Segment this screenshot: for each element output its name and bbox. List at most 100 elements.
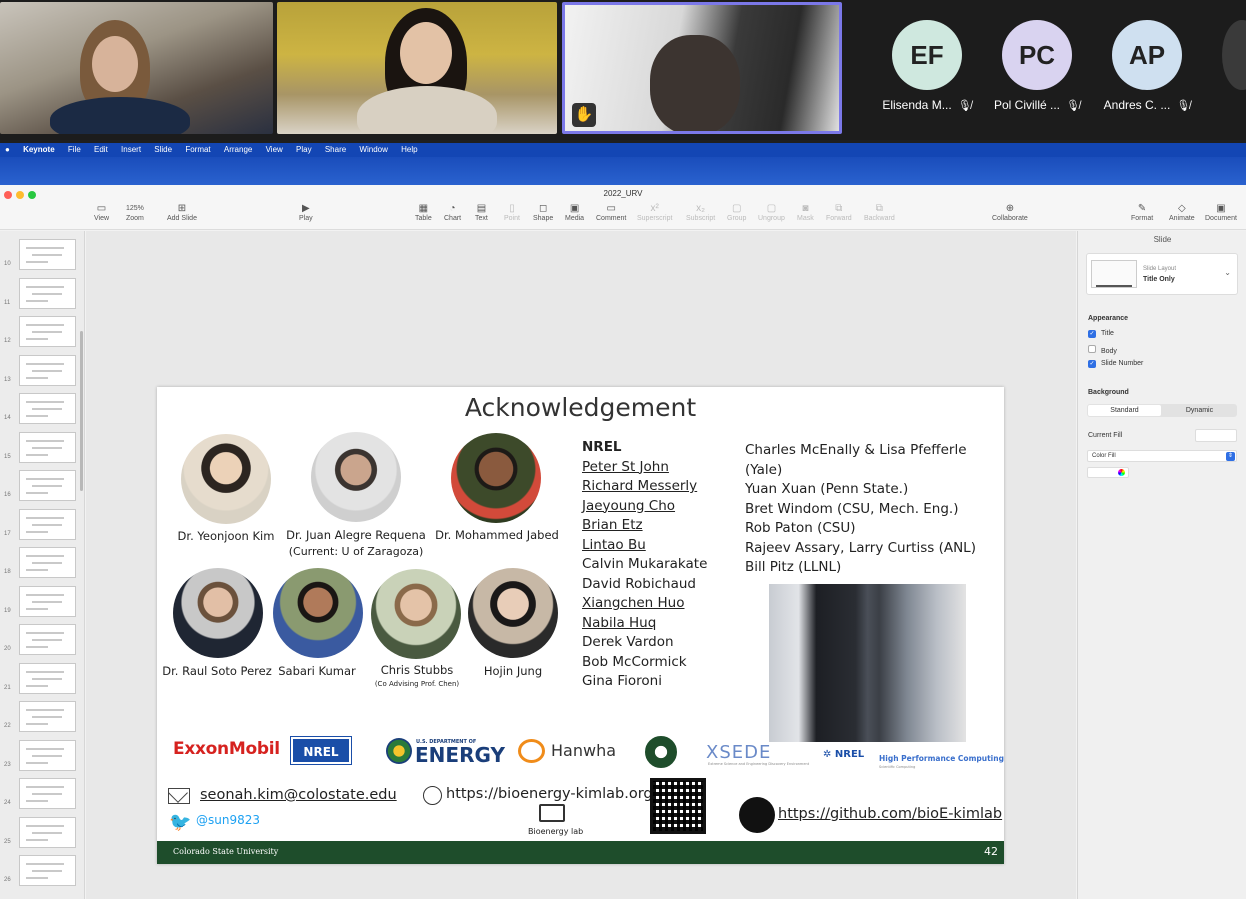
slide-thumbnail-preview[interactable] [19,739,76,771]
shape-button[interactable]: ◻ Shape [533,203,553,222]
mask-button[interactable]: ◙ Mask [797,203,814,222]
slide-thumbnail[interactable]: 23 [0,736,84,771]
checkbox-unchecked-icon[interactable] [1088,345,1096,353]
table-button[interactable]: ▦ Table [415,203,432,222]
menu-arrange[interactable]: Arrange [224,145,252,154]
format-button[interactable]: ✎ Format [1131,203,1153,222]
checkbox-checked-icon[interactable]: ✓ [1088,330,1096,338]
slide-thumbnail[interactable]: 22 [0,697,84,732]
comment-button[interactable]: ▭ Comment [596,203,626,222]
menu-window[interactable]: Window [359,145,387,154]
title-checkbox-row[interactable]: ✓ Title [1088,330,1114,338]
media-button[interactable]: ▣ Media [565,203,584,222]
slide-thumbnail-preview[interactable] [19,316,76,347]
slide-thumbnail-preview[interactable] [19,855,76,886]
slide-thumbnail[interactable]: 13 [0,351,84,386]
twitter-handle[interactable]: @sun9823 [196,813,260,827]
slide-thumbnail[interactable]: 16 [0,466,84,501]
slide-thumbnail[interactable]: 24 [0,774,84,809]
subscript-button[interactable]: x₂ Subscript [686,203,715,222]
slide-thumbnail[interactable]: 19 [0,582,84,617]
photo-yeonjoon-kim [181,434,271,524]
table-icon: ▦ [418,203,429,214]
slide-thumbnail-preview[interactable] [19,624,76,655]
slide-thumbnail-preview[interactable] [19,816,76,848]
participant-tile-overflow[interactable] [1222,20,1246,90]
paintbrush-icon: ✎ [1137,203,1147,214]
participant-video-2[interactable] [277,2,557,134]
menu-share[interactable]: Share [325,145,346,154]
slide-thumbnail[interactable]: 17 [0,505,84,540]
slide-thumbnail-preview[interactable] [19,431,76,463]
slide-thumbnail[interactable]: 14 [0,389,84,424]
document-button[interactable]: ▣ Document [1205,203,1237,222]
slide-thumbnail[interactable]: 21 [0,659,84,694]
forward-button[interactable]: ⧉ Forward [826,203,852,222]
participant-video-3-active[interactable]: ✋ [562,2,842,134]
slide-thumbnail[interactable]: 20 [0,620,84,655]
slide-thumbnail-preview[interactable] [19,701,76,732]
menu-format[interactable]: Format [185,145,210,154]
slide-thumbnail-preview[interactable] [19,508,76,540]
play-button[interactable]: ▶ Play [299,203,313,222]
website-link[interactable]: https://bioenergy-kimlab.org [446,786,653,802]
slide-thumbnail-preview[interactable] [19,354,76,386]
participant-tile-ef[interactable]: EF Elisenda M... 🎙︎̸ [872,20,982,112]
github-link[interactable]: https://github.com/bioE-kimlab [778,806,1002,822]
slide-thumbnail[interactable]: 11 [0,274,84,309]
menu-insert[interactable]: Insert [121,145,141,154]
current-fill-swatch[interactable] [1195,429,1237,442]
email-link[interactable]: seonah.kim@colostate.edu [200,787,397,803]
add-slide-button[interactable]: ⊞ Add Slide [167,203,197,222]
slide-thumbnail-preview[interactable] [19,393,76,424]
slide-layout-picker[interactable]: Slide Layout Title Only ⌄ [1086,253,1238,295]
participant-tile-pc[interactable]: PC Pol Civillé ... 🎙︎̸ [982,20,1092,112]
slide-thumbnail-preview[interactable] [19,662,76,694]
menu-app-name[interactable]: Keynote [23,145,55,154]
slide[interactable]: Acknowledgement Dr. Yeonjoon Kim Dr. Jua… [157,387,1004,864]
fill-type-select[interactable]: Color Fill ⇕ [1087,450,1237,462]
point-button[interactable]: ▯ Point [504,203,520,222]
backward-button[interactable]: ⧉ Backward [864,203,895,222]
slide-thumbnail-preview[interactable] [19,547,76,578]
slide-thumbnail[interactable]: 10 [0,235,84,270]
checkbox-checked-icon[interactable]: ✓ [1088,360,1096,368]
standard-segment[interactable]: Standard [1088,405,1161,416]
slide-number-checkbox-row[interactable]: ✓ Slide Number [1088,360,1143,368]
slide-thumbnail-preview[interactable] [19,277,76,309]
chart-button[interactable]: ◔ Chart [444,203,461,222]
participant-tile-ap[interactable]: AP Andres C. ... 🎙︎̸ [1092,20,1202,112]
slide-thumbnail[interactable]: 15 [0,428,84,463]
zoom-select[interactable]: 125% Zoom [126,203,144,222]
superscript-button[interactable]: x² Superscript [637,203,672,222]
menu-help[interactable]: Help [401,145,417,154]
menu-edit[interactable]: Edit [94,145,108,154]
slide-thumbnail-preview[interactable] [19,239,76,270]
slide-thumbnail[interactable]: 26 [0,851,84,886]
color-well[interactable] [1087,467,1129,478]
qr-code[interactable] [650,778,706,834]
menu-view[interactable]: View [266,145,283,154]
menu-file[interactable]: File [68,145,81,154]
dynamic-segment[interactable]: Dynamic [1163,405,1236,416]
slide-thumbnail-preview[interactable] [19,778,76,809]
ungroup-button[interactable]: ▢ Ungroup [758,203,785,222]
inspector-tab-slide[interactable]: Slide [1078,235,1246,244]
menu-slide[interactable]: Slide [154,145,172,154]
text-button[interactable]: ▤ Text [475,203,488,222]
apple-icon[interactable]: ● [5,145,10,154]
group-button[interactable]: ▢ Group [727,203,746,222]
slide-thumbnail-preview[interactable] [19,470,76,501]
view-button[interactable]: ▭ View [94,203,109,222]
participant-video-1[interactable] [0,2,273,134]
color-wheel-icon[interactable] [1118,469,1125,476]
menu-play[interactable]: Play [296,145,312,154]
slide-thumbnail[interactable]: 18 [0,543,84,578]
animate-button[interactable]: ◇ Animate [1169,203,1195,222]
body-checkbox-row[interactable]: Body [1088,345,1117,355]
slide-thumbnail[interactable]: 25 [0,813,84,848]
slide-thumbnail[interactable]: 12 [0,312,84,347]
collaborate-button[interactable]: ⊕ Collaborate [992,203,1028,222]
slide-navigator[interactable]: 10 11 12 13 14 15 16 17 18 19 20 21 22 23 24 25 26 [0,231,85,899]
slide-thumbnail-preview[interactable] [19,585,76,617]
